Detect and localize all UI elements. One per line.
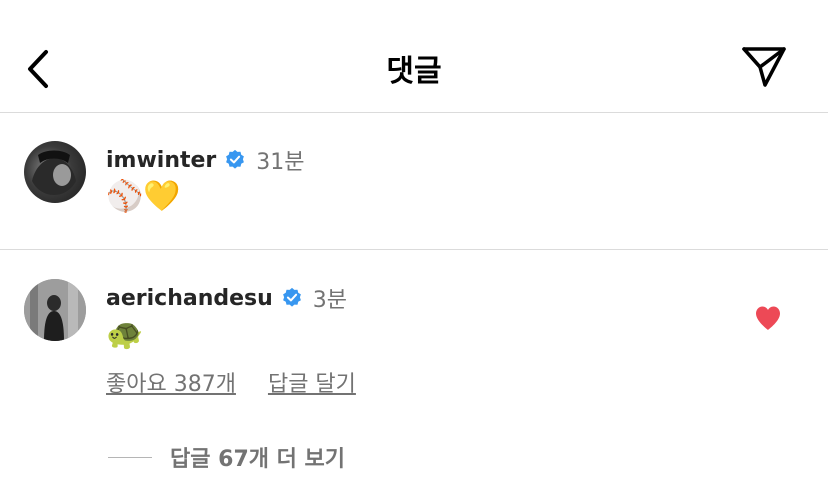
- comment-time: 3분: [312, 288, 348, 313]
- avatar[interactable]: [24, 279, 86, 341]
- verified-badge-icon: [282, 287, 301, 307]
- page-title: 댓글: [386, 54, 442, 89]
- username[interactable]: aerichandesu: [106, 286, 273, 311]
- heart-icon[interactable]: [754, 305, 782, 331]
- reply-button[interactable]: 답글 달기: [268, 366, 356, 398]
- view-replies-label: 답글 67개 더 보기: [170, 447, 346, 472]
- replies-divider-line: [108, 456, 152, 458]
- avatar-photo: [32, 150, 76, 195]
- header-bar: 댓글: [0, 0, 828, 113]
- comment-text: 🐢: [106, 317, 144, 352]
- avatar[interactable]: [24, 141, 86, 203]
- comment-actions: 좋아요 387개 답글 달기: [106, 366, 356, 398]
- paper-plane-icon: [742, 47, 786, 87]
- verified-badge-icon: [226, 149, 245, 169]
- view-replies-button[interactable]: 답글 67개 더 보기: [108, 441, 345, 473]
- comment-text: ⚾💛: [106, 179, 181, 214]
- comment-time: 31분: [256, 150, 305, 175]
- comment-meta: aerichandesu 3분: [106, 282, 347, 314]
- comment-meta: imwinter 31분: [106, 144, 305, 176]
- likes-count-link[interactable]: 좋아요 387개: [106, 366, 236, 398]
- username[interactable]: imwinter: [106, 148, 216, 173]
- comment-item: imwinter 31분 ⚾💛: [0, 113, 828, 250]
- comment-item: aerichandesu 3분 🐢 좋아요 387개 답글 달기 답글 67개 …: [0, 251, 828, 489]
- avatar-photo: [24, 279, 86, 341]
- share-button[interactable]: [738, 44, 790, 90]
